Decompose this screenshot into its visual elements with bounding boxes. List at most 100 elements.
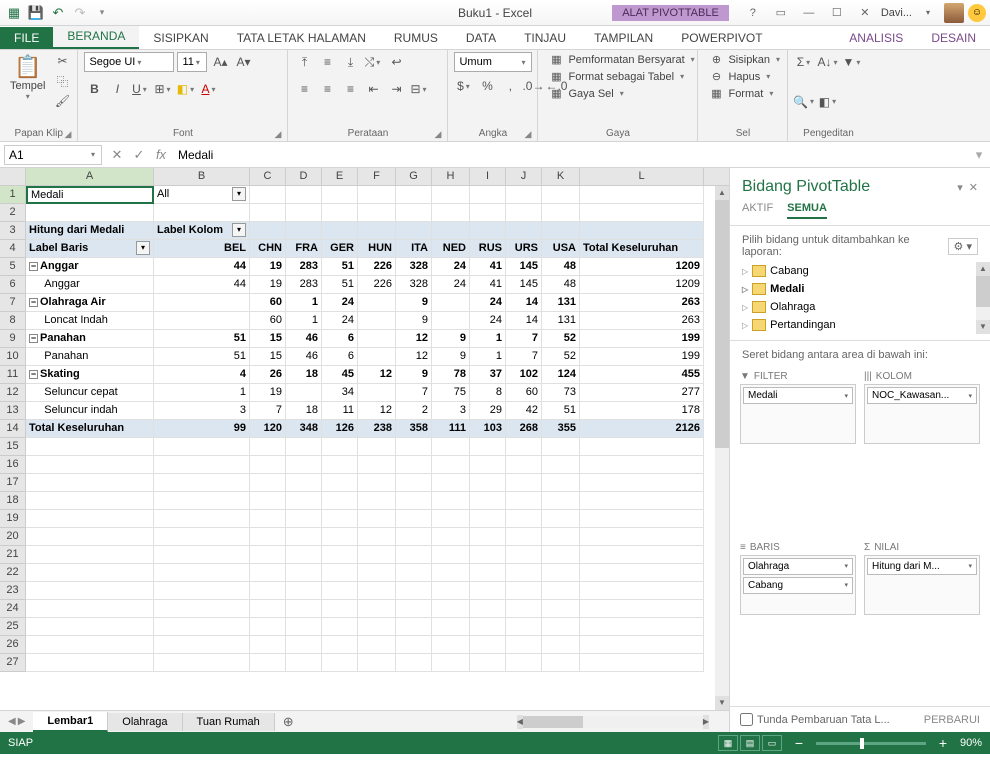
cell[interactable]: 1209 — [580, 258, 704, 276]
formula-input[interactable] — [172, 146, 968, 164]
cell[interactable]: 78 — [432, 366, 470, 384]
undo-icon[interactable]: ↶ — [50, 5, 66, 21]
launcher-icon[interactable]: ◢ — [435, 129, 442, 140]
cell[interactable]: 24 — [322, 312, 358, 330]
cell[interactable] — [286, 564, 322, 582]
cell[interactable]: 1209 — [580, 276, 704, 294]
row-header[interactable]: 11 — [0, 366, 26, 384]
cell[interactable] — [154, 456, 250, 474]
expand-icon[interactable]: ▷ — [742, 285, 748, 294]
cell[interactable] — [396, 636, 432, 654]
cut-icon[interactable]: ✂ — [53, 52, 71, 70]
cell[interactable] — [542, 474, 580, 492]
cell[interactable] — [26, 528, 154, 546]
name-box[interactable]: A1▾ — [4, 145, 102, 165]
row-header[interactable]: 6 — [0, 276, 26, 294]
cell[interactable]: 126 — [322, 420, 358, 438]
cell[interactable]: 24 — [322, 294, 358, 312]
cell[interactable] — [396, 186, 432, 204]
cell[interactable] — [358, 582, 396, 600]
border-button[interactable]: ⊞▾ — [153, 79, 173, 99]
cell[interactable]: Seluncur indah — [26, 402, 154, 420]
cell[interactable] — [358, 474, 396, 492]
save-icon[interactable]: 💾 — [28, 5, 44, 21]
cell[interactable] — [542, 456, 580, 474]
cell[interactable]: FRA — [286, 240, 322, 258]
delete-cells-button[interactable]: ⊖Hapus▾ — [704, 69, 776, 84]
cell[interactable] — [358, 564, 396, 582]
cell[interactable] — [470, 204, 506, 222]
cell[interactable]: 73 — [542, 384, 580, 402]
rows-dropzone[interactable]: Olahraga▾ Cabang▾ — [740, 555, 856, 615]
cell[interactable] — [358, 492, 396, 510]
scroll-right-icon[interactable]: ▶ — [703, 715, 709, 729]
tab-desain[interactable]: DESAIN — [917, 27, 990, 49]
cell[interactable] — [322, 564, 358, 582]
row-header[interactable]: 8 — [0, 312, 26, 330]
cell[interactable]: 102 — [506, 366, 542, 384]
font-name-box[interactable]: Segoe UI▾ — [84, 52, 174, 72]
cell[interactable] — [542, 528, 580, 546]
cell[interactable]: −Olahraga Air — [26, 294, 154, 312]
cell[interactable] — [358, 636, 396, 654]
cell[interactable]: 3 — [154, 402, 250, 420]
wrap-text-icon[interactable]: ↩ — [386, 52, 406, 72]
cell[interactable] — [506, 528, 542, 546]
cell[interactable] — [358, 456, 396, 474]
cell[interactable] — [154, 528, 250, 546]
add-sheet-icon[interactable]: ⊕ — [275, 714, 302, 730]
cell[interactable]: 18 — [286, 402, 322, 420]
cell[interactable] — [250, 636, 286, 654]
row-header[interactable]: 27 — [0, 654, 26, 672]
cell[interactable] — [26, 492, 154, 510]
sheet-tab-lembar1[interactable]: Lembar1 — [33, 712, 108, 732]
row-header[interactable]: 18 — [0, 492, 26, 510]
paste-button[interactable]: 📋 Tempel ▾ — [6, 52, 49, 103]
cell[interactable]: 48 — [542, 276, 580, 294]
field-list-item[interactable]: ▷Medali — [738, 280, 968, 298]
cell[interactable] — [154, 438, 250, 456]
cell[interactable] — [396, 600, 432, 618]
zoom-slider[interactable] — [816, 742, 926, 745]
cell[interactable] — [432, 582, 470, 600]
cell[interactable] — [396, 204, 432, 222]
cell[interactable] — [432, 564, 470, 582]
chip-cabang[interactable]: Cabang▾ — [743, 577, 853, 594]
cell[interactable]: −Skating — [26, 366, 154, 384]
cell[interactable] — [250, 654, 286, 672]
row-header[interactable]: 4 — [0, 240, 26, 258]
cell[interactable] — [154, 636, 250, 654]
cell[interactable] — [286, 204, 322, 222]
cell[interactable] — [26, 474, 154, 492]
row-header[interactable]: 26 — [0, 636, 26, 654]
cell[interactable]: 2 — [396, 402, 432, 420]
cell[interactable] — [506, 600, 542, 618]
cell[interactable] — [470, 636, 506, 654]
cell[interactable] — [506, 438, 542, 456]
cell[interactable] — [580, 600, 704, 618]
cell[interactable]: 1 — [286, 294, 322, 312]
cell[interactable] — [506, 546, 542, 564]
cell[interactable] — [322, 582, 358, 600]
cell[interactable]: 60 — [250, 312, 286, 330]
filter-dropdown-icon[interactable]: ▾ — [232, 187, 246, 201]
cell[interactable] — [154, 474, 250, 492]
qat-dropdown-icon[interactable]: ▾ — [94, 5, 110, 21]
italic-button[interactable]: I — [107, 79, 127, 99]
cell[interactable] — [286, 222, 322, 240]
redo-icon[interactable]: ↷ — [72, 5, 88, 21]
cell[interactable]: 7 — [250, 402, 286, 420]
cell[interactable] — [542, 564, 580, 582]
row-header[interactable]: 7 — [0, 294, 26, 312]
cell[interactable] — [432, 222, 470, 240]
cell[interactable]: Total Keseluruhan — [26, 420, 154, 438]
cell[interactable] — [154, 546, 250, 564]
cell[interactable] — [432, 456, 470, 474]
cell[interactable]: 263 — [580, 312, 704, 330]
cell[interactable] — [506, 636, 542, 654]
cell[interactable]: 26 — [250, 366, 286, 384]
cell[interactable]: 44 — [154, 276, 250, 294]
cell[interactable]: 51 — [322, 258, 358, 276]
cell[interactable] — [470, 564, 506, 582]
filter-dropdown-icon[interactable]: ▾ — [136, 241, 150, 255]
